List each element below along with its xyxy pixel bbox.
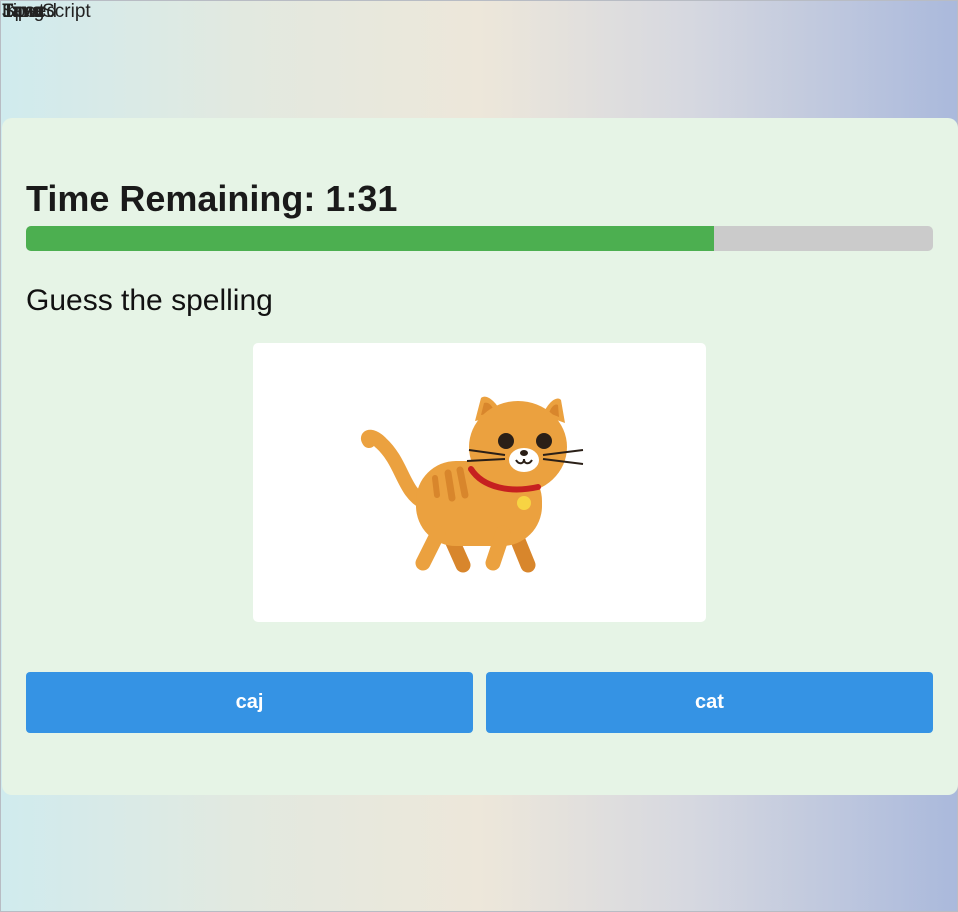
prompt-text: Guess the spelling — [26, 284, 273, 317]
overlap-label-5: JavaScript — [2, 1, 91, 22]
choice-button-1[interactable]: caj — [26, 672, 473, 733]
time-progress-fill — [26, 226, 714, 251]
word-image-panel — [253, 343, 706, 622]
time-progress-bar — [26, 226, 933, 251]
choice-button-2[interactable]: cat — [486, 672, 933, 733]
time-remaining: Time Remaining: 1:31 — [26, 178, 398, 219]
cat-illustration-icon — [361, 396, 584, 573]
